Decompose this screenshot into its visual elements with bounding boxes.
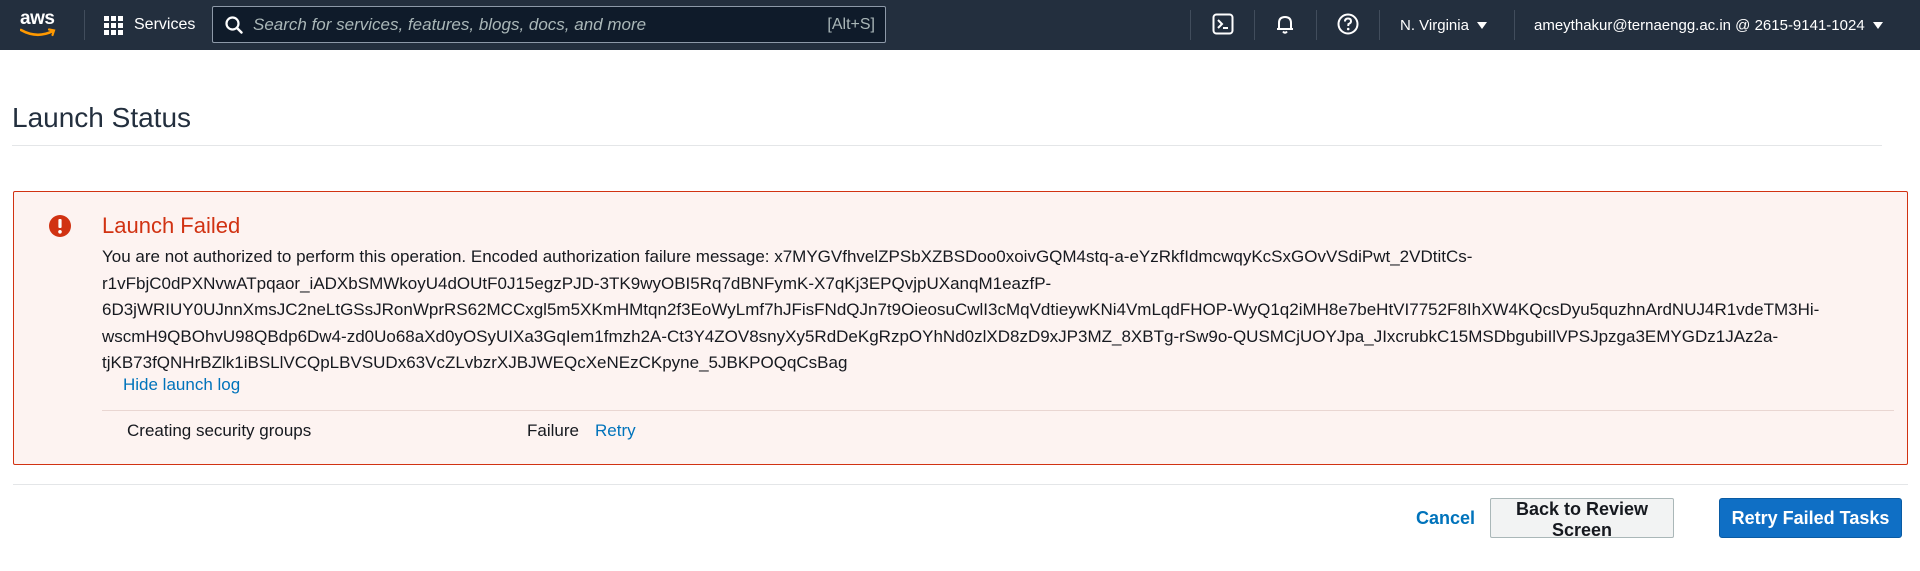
- cloudshell-icon[interactable]: [1212, 13, 1236, 37]
- hide-launch-log-link[interactable]: Hide launch log: [123, 375, 240, 395]
- search-box[interactable]: [Alt+S]: [212, 6, 886, 43]
- region-label: N. Virginia: [1400, 16, 1469, 34]
- alert-message-line: tjKB73fQNHrBZlk1iBSLlVCQpLBVSUDx63VcZLvb…: [102, 353, 848, 372]
- nav-divider: [84, 10, 85, 40]
- help-icon[interactable]: [1337, 13, 1361, 37]
- nav-divider: [1190, 10, 1191, 40]
- services-label: Services: [134, 16, 196, 33]
- search-icon: [225, 15, 243, 34]
- nav-divider: [1379, 10, 1380, 40]
- services-menu-button[interactable]: Services: [104, 0, 195, 50]
- page-title: Launch Status: [12, 102, 192, 133]
- footer-divider: [13, 484, 1908, 485]
- aws-logo-text: aws: [20, 8, 55, 29]
- caret-down-icon: [1476, 21, 1487, 29]
- launch-failed-alert: Launch Failed You are not authorized to …: [13, 191, 1908, 465]
- alert-message-line: You are not authorized to perform this o…: [102, 247, 1473, 266]
- grid-menu-icon: [104, 15, 123, 35]
- title-divider: [12, 145, 1882, 146]
- caret-down-icon: [1872, 21, 1883, 29]
- cancel-button[interactable]: Cancel: [1404, 498, 1487, 538]
- search-input[interactable]: [253, 14, 828, 35]
- log-divider: [102, 410, 1894, 411]
- alert-message-line: 6D3jWRIUY0UJnnXmsJC2neLtGSsJRonWprRS62MC…: [102, 300, 1820, 319]
- log-retry-link[interactable]: Retry: [595, 421, 636, 441]
- account-menu[interactable]: ameythakur@ternaengg.ac.in @ 2615-9141-1…: [1534, 0, 1883, 50]
- smile-icon: [20, 28, 56, 37]
- alert-message-line: r1vFbjC0dPXNvwATpqaor_iADXbSMWkoyU4dOUtF…: [102, 273, 1052, 293]
- log-task-status: Failure: [527, 421, 579, 440]
- top-navigation-bar: aws Services [Alt+S]: [0, 0, 1920, 50]
- alert-title: Launch Failed: [102, 213, 241, 238]
- account-label: ameythakur@ternaengg.ac.in @ 2615-9141-1…: [1534, 16, 1865, 34]
- search-shortcut-hint: [Alt+S]: [827, 15, 875, 33]
- nav-divider: [1254, 10, 1255, 40]
- bell-icon[interactable]: [1274, 13, 1298, 37]
- aws-logo[interactable]: aws: [20, 8, 64, 42]
- log-task-name: Creating security groups: [127, 421, 312, 440]
- back-to-review-button[interactable]: Back to Review Screen: [1490, 498, 1674, 540]
- alert-message: You are not authorized to perform this o…: [102, 244, 1882, 377]
- error-icon: [49, 215, 71, 237]
- alert-message-line: wscmH9QBOhvU98QBdp6Dw4-zd0Uo68aXd0yOSyUI…: [102, 326, 1779, 346]
- region-selector[interactable]: N. Virginia: [1400, 0, 1487, 50]
- nav-divider: [1316, 10, 1317, 40]
- nav-divider: [1514, 10, 1515, 40]
- retry-failed-tasks-button[interactable]: Retry Failed Tasks: [1719, 498, 1902, 538]
